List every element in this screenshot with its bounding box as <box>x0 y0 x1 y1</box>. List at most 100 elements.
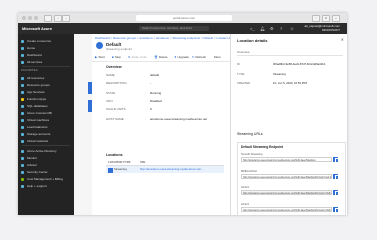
sidebar-item-icon <box>21 39 24 43</box>
url-field[interactable]: http://amsdemo-usea.streaming.media.azur… <box>241 174 332 179</box>
collapsed-blades <box>74 34 93 215</box>
panel-property-key: TYPE <box>237 72 245 76</box>
tabs-icon[interactable]: ⧉ <box>322 15 330 22</box>
account-tenant: MICROSOFT <box>322 27 340 32</box>
sidebar-toggle-icon[interactable] <box>44 15 52 22</box>
url-field[interactable]: http://amsdemo-usea.streaming.media.azur… <box>241 157 332 162</box>
sidebar-item[interactable]: Help + support <box>18 183 74 189</box>
sidebar-item-label: Virtual machines <box>27 118 50 122</box>
sidebar-item-label: Function Apps <box>27 97 47 101</box>
back-icon[interactable]: ‹ <box>54 15 62 22</box>
sidebar-item[interactable]: App Services <box>18 89 74 95</box>
feedback-icon[interactable]: ☺ <box>290 26 294 31</box>
copy-icon[interactable] <box>333 190 339 196</box>
sidebar-item-label: All resources <box>27 76 45 80</box>
sidebar-item-icon <box>21 97 24 101</box>
sidebar-item[interactable]: Virtual machines <box>18 117 74 123</box>
sidebar-item-icon <box>21 170 24 174</box>
sidebar-item[interactable]: Azure Cosmos DB <box>18 110 74 116</box>
browser-window: ‹ › portal.azure.com ↑ ⧉ + Microsoft Azu… <box>18 13 347 215</box>
sidebar-item-icon <box>21 53 24 57</box>
endpoint-title: Default Streaming Endpoint <box>241 145 283 149</box>
sidebar-item-icon <box>21 83 24 87</box>
panel-property-key: CREATED <box>237 81 251 85</box>
streaming-urls-heading: Streaming URLs <box>237 132 263 136</box>
url-field[interactable]: http://amsdemo-usea.streaming.media.azur… <box>241 207 332 212</box>
url-label: Smooth Streaming <box>241 153 263 156</box>
sidebar-item-label: Virtual networks <box>27 139 49 143</box>
url-field[interactable]: http://amsdemo-usea.streaming.media.azur… <box>241 190 332 195</box>
sidebar-item-label: Load balancers <box>27 125 48 129</box>
sidebar-section-label: FAVORITES <box>18 67 74 73</box>
panel-property-value: 3f2ad9b2-9e58-4ad1-87d7-8c4c4d6a41b1 <box>273 62 326 66</box>
row-checkbox[interactable] <box>108 168 113 173</box>
table-row[interactable]: Streaming http://amsdemo-usea.streaming.… <box>106 166 224 173</box>
settings-icon[interactable]: ⚙ <box>270 26 274 31</box>
zoom-window-button[interactable] <box>34 16 38 20</box>
url-label: HLSv4 <box>241 186 249 189</box>
sidebar-item-icon <box>21 46 24 50</box>
sidebar-item-label: Help + support <box>27 184 47 188</box>
sidebar-item[interactable]: Cost Management + Billing <box>18 176 74 182</box>
sidebar-item-icon <box>21 90 24 94</box>
column-header[interactable]: URL <box>140 160 146 164</box>
copy-icon[interactable] <box>333 207 339 213</box>
sidebar-item[interactable]: Load balancers <box>18 124 74 130</box>
panel-property-value: Fri, Jun 5, 2020, 10:54 PDT <box>273 81 308 85</box>
breadcrumb[interactable]: Dashboard > Resource groups > amsdemo > … <box>95 36 237 40</box>
sidebar-item[interactable]: All services <box>18 59 74 65</box>
new-tab-icon[interactable]: + <box>332 15 340 22</box>
minimize-window-button[interactable] <box>28 16 32 20</box>
sidebar-item[interactable]: SQL databases <box>18 103 74 109</box>
sidebar-item[interactable]: Storage accounts <box>18 131 74 137</box>
blade-subtitle: Streaming endpoint <box>106 47 133 51</box>
sidebar-item[interactable]: Function Apps <box>18 96 74 102</box>
close-icon[interactable]: ✕ <box>341 37 344 42</box>
sidebar-item[interactable]: Virtual networks <box>18 138 74 144</box>
sidebar-item-label: Dashboard <box>27 53 42 57</box>
sidebar-item[interactable]: Monitor <box>18 155 74 161</box>
sidebar-item-icon <box>21 184 24 188</box>
address-bar[interactable]: portal.azure.com <box>136 15 232 21</box>
sidebar-item[interactable]: Dashboard <box>18 52 74 58</box>
portal-brand[interactable]: Microsoft Azure <box>22 26 52 31</box>
sidebar-item[interactable]: Home <box>18 45 74 51</box>
sidebar-item[interactable]: Resource groups <box>18 82 74 88</box>
more-button[interactable]: More <box>214 55 221 60</box>
location-url[interactable]: http://amsdemo-usea.streaming.media.azur… <box>140 166 203 173</box>
scale-button[interactable]: ⇅Scale Units <box>128 55 147 60</box>
upgrade-button[interactable]: ⬆Upgrade <box>174 55 189 60</box>
sidebar-item-label: Home <box>27 46 36 50</box>
notifications-icon[interactable]: 🔔︎ <box>260 26 265 31</box>
forward-icon[interactable]: › <box>62 15 70 22</box>
stop-button[interactable]: ■Stop <box>112 55 121 60</box>
sidebar-item[interactable]: Security Center <box>18 169 74 175</box>
copy-icon[interactable] <box>333 157 339 163</box>
property-key: NAME <box>106 73 115 77</box>
cloud-shell-icon[interactable]: >_ <box>250 26 255 31</box>
help-icon[interactable]: ? <box>280 26 282 31</box>
start-button[interactable]: ▶Start <box>95 55 105 60</box>
panel-title: Location details <box>237 38 268 43</box>
sidebar-item-icon <box>21 118 24 122</box>
property-key: DESCRIPTION <box>106 81 127 85</box>
account-menu[interactable]: ak_caputo@microsoft.com MICROSOFT <box>304 24 340 32</box>
trash-icon: 🗑︎ <box>154 55 158 59</box>
column-header[interactable]: LOCATION TYPE <box>108 160 130 164</box>
sidebar-item[interactable]: All resources <box>18 75 74 81</box>
sidebar-item-label: FAVORITES <box>21 68 38 72</box>
panel-property-value: Streaming <box>273 72 286 76</box>
sidebar-item[interactable]: Azure Active Directory <box>18 148 74 154</box>
share-icon[interactable]: ↑ <box>312 15 320 22</box>
sidebar-item[interactable]: Advisor <box>18 162 74 168</box>
global-search-input[interactable]: Search resources, services, and docs <box>139 26 209 31</box>
refresh-button[interactable]: ↻Refresh <box>192 55 206 60</box>
delete-button[interactable]: 🗑︎Delete <box>154 55 167 60</box>
sidebar-item-icon <box>21 156 24 160</box>
url-label: MPEG-DASH <box>241 170 257 173</box>
sidebar-item-label: Cost Management + Billing <box>27 177 63 181</box>
close-window-button[interactable] <box>22 16 26 20</box>
sidebar-item[interactable]: Create a resource <box>18 38 74 44</box>
sidebar-item-label: SQL databases <box>27 104 48 108</box>
copy-icon[interactable] <box>333 174 339 180</box>
